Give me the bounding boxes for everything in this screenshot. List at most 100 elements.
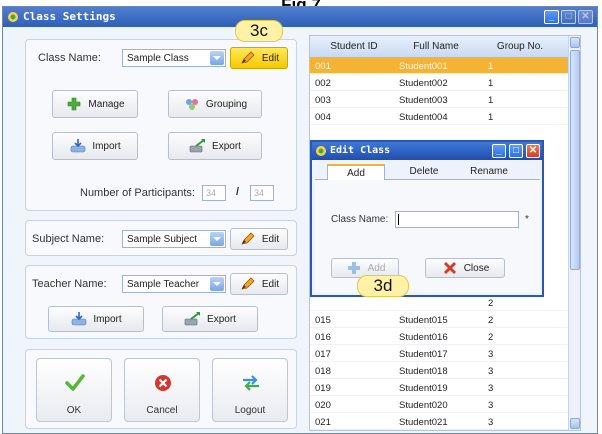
cell-full-name: Student015 <box>399 315 448 326</box>
export-button[interactable]: Export <box>168 132 262 160</box>
dialog-close-button[interactable]: ✕ <box>526 144 540 158</box>
action-panel: OK Cancel Logout <box>25 349 297 429</box>
close-button[interactable]: ✕ <box>578 10 593 24</box>
chevron-down-icon[interactable] <box>210 277 224 291</box>
cell-student-id: 020 <box>315 400 331 411</box>
table-row[interactable]: 017 Student017 3 <box>310 346 580 362</box>
export-icon <box>189 139 206 153</box>
table-row[interactable]: 2 <box>310 295 580 311</box>
teacher-name-label: Teacher Name: <box>32 278 107 290</box>
edit-teacher-button[interactable]: Edit <box>230 273 288 295</box>
teacher-export-label: Export <box>207 313 236 325</box>
cell-full-name: Student019 <box>399 383 448 394</box>
cell-full-name: Student004 <box>399 112 448 123</box>
scroll-up-icon[interactable] <box>570 37 580 48</box>
dialog-body: Class Name: * Add Close <box>315 180 540 292</box>
pencil-icon <box>241 51 255 64</box>
ok-label: OK <box>66 405 82 416</box>
import-label: Import <box>92 140 121 152</box>
cell-group-no: 2 <box>488 332 494 343</box>
column-header-full-name[interactable]: Full Name <box>396 41 476 52</box>
dialog-maximize-button[interactable]: □ <box>509 144 523 158</box>
window-title: Class Settings <box>23 10 116 23</box>
cell-student-id: 001 <box>315 61 331 72</box>
cell-full-name: Student016 <box>399 332 448 343</box>
close-icon: ✕ <box>581 11 590 22</box>
close-icon: ✕ <box>528 145 538 156</box>
chevron-down-icon[interactable] <box>210 51 224 65</box>
required-mark: * <box>525 214 529 225</box>
teacher-import-button[interactable]: Import <box>48 306 144 332</box>
edit-class-dialog: Edit Class _ □ ✕ Add Delete Rename Class… <box>310 140 544 297</box>
tab-delete[interactable]: Delete <box>395 164 453 181</box>
table-row[interactable]: 015 Student015 2 <box>310 312 580 328</box>
export-label: Export <box>212 140 241 152</box>
teacher-export-button[interactable]: Export <box>162 306 258 332</box>
cell-student-id: 003 <box>315 95 331 106</box>
add-icon <box>68 97 81 111</box>
participants-current-field: 34 <box>202 185 226 201</box>
logout-button[interactable]: Logout <box>212 358 288 422</box>
cell-full-name: Student003 <box>399 95 448 106</box>
table-row[interactable]: 003 Student003 1 <box>310 92 580 108</box>
app-icon <box>8 12 18 22</box>
maximize-icon: □ <box>512 145 520 156</box>
swap-arrows-icon <box>243 375 259 391</box>
cell-student-id: 004 <box>315 112 331 123</box>
column-header-student-id[interactable]: Student ID <box>314 41 394 52</box>
tab-add[interactable]: Add <box>327 164 385 181</box>
participants-label: Number of Participants: <box>80 187 195 199</box>
table-row[interactable]: 020 Student020 3 <box>310 397 580 413</box>
table-row[interactable]: 021 Student021 3 <box>310 414 580 430</box>
table-row[interactable]: 016 Student016 2 <box>310 329 580 345</box>
cell-group-no: 3 <box>488 417 494 428</box>
edit-class-button[interactable]: Edit <box>230 47 288 69</box>
table-scrollbar[interactable] <box>568 36 580 430</box>
grouping-button[interactable]: Grouping <box>168 90 262 118</box>
manage-button[interactable]: Manage <box>52 90 138 118</box>
dialog-minimize-button[interactable]: _ <box>492 144 506 158</box>
table-row[interactable]: 019 Student019 3 <box>310 380 580 396</box>
subject-name-label: Subject Name: <box>32 233 105 245</box>
subject-name-combo[interactable]: Sample Subject <box>122 230 226 248</box>
cell-student-id: 018 <box>315 366 331 377</box>
dialog-close-action-button[interactable]: Close <box>425 258 505 278</box>
cell-full-name: Student002 <box>399 78 448 89</box>
edit-teacher-label: Edit <box>261 278 280 290</box>
export-icon <box>184 312 201 326</box>
column-header-group-no[interactable]: Group No. <box>480 41 560 52</box>
cell-student-id: 017 <box>315 349 331 360</box>
dialog-class-name-input[interactable] <box>395 211 519 228</box>
app-icon <box>316 146 326 156</box>
class-settings-window: Class Settings _ □ ✕ Class Name: Sample … <box>2 6 598 434</box>
chevron-down-icon[interactable] <box>210 232 224 246</box>
tab-rename[interactable]: Rename <box>457 164 521 181</box>
table-row[interactable]: 001 Student001 1 <box>310 58 580 74</box>
class-name-combo[interactable]: Sample Class <box>122 49 226 67</box>
ok-button[interactable]: OK <box>36 358 112 422</box>
table-row[interactable]: 002 Student002 1 <box>310 75 580 91</box>
table-row[interactable]: 004 Student004 1 <box>310 109 580 125</box>
minimize-icon: _ <box>548 11 555 22</box>
import-button[interactable]: Import <box>52 132 138 160</box>
dialog-tabs: Add Delete Rename <box>315 164 540 181</box>
edit-subject-button[interactable]: Edit <box>230 228 288 250</box>
minimize-icon: _ <box>496 145 502 156</box>
cancel-button[interactable]: Cancel <box>124 358 200 422</box>
participants-total-field: 34 <box>250 185 274 201</box>
title-bar: Class Settings _ □ ✕ <box>3 7 597 27</box>
subject-panel: Subject Name: Sample Subject Edit <box>25 220 297 256</box>
class-name-label: Class Name: <box>38 52 101 64</box>
minimize-button[interactable]: _ <box>544 10 559 24</box>
table-row[interactable]: 018 Student018 3 <box>310 363 580 379</box>
subject-name-value: Sample Subject <box>127 234 198 245</box>
teacher-panel: Teacher Name: Sample Teacher Edit Import… <box>25 265 297 339</box>
maximize-button[interactable]: □ <box>561 10 576 24</box>
scroll-down-icon[interactable] <box>570 418 580 429</box>
dialog-add-label: Add <box>367 262 386 274</box>
teacher-name-combo[interactable]: Sample Teacher <box>122 275 226 293</box>
scroll-thumb[interactable] <box>570 50 580 270</box>
cancel-icon <box>155 375 171 391</box>
cell-group-no: 2 <box>488 315 494 326</box>
checkmark-icon <box>65 374 85 391</box>
